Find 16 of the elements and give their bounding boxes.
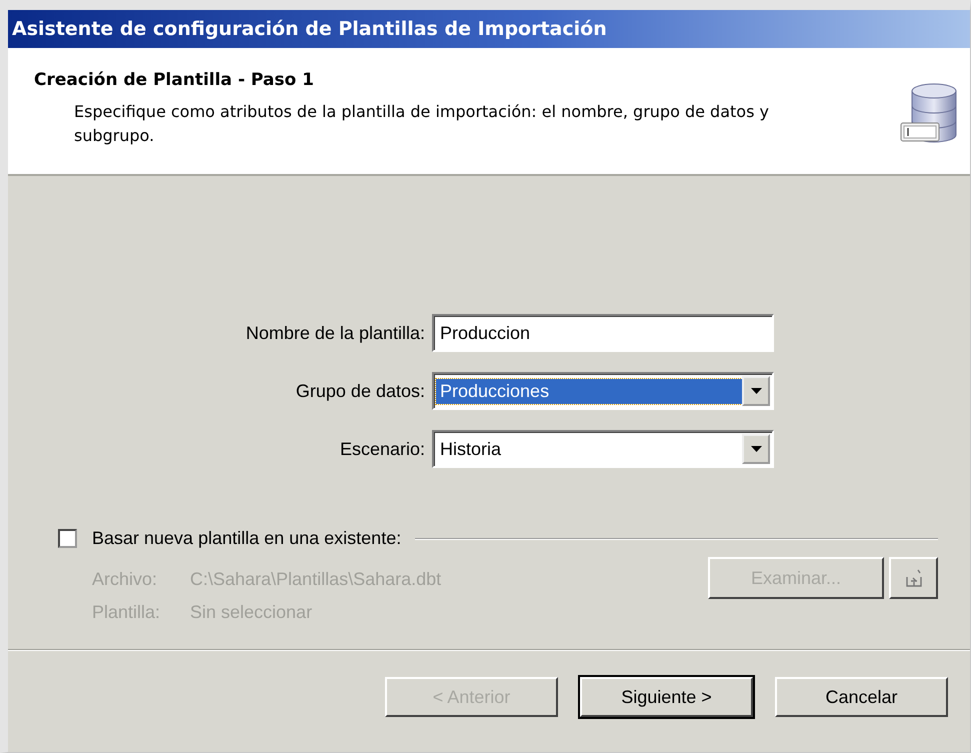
wizard-button[interactable]: Cancelar	[775, 677, 948, 717]
field-label: Nombre de la plantilla:	[244, 322, 426, 344]
dropdown-field[interactable]: Historia	[432, 430, 774, 468]
dropdown-field[interactable]: Producciones	[432, 372, 774, 410]
info-value: C:\Sahara\Plantillas\Sahara.dbt	[190, 569, 442, 589]
info-label: Archivo:	[92, 569, 158, 590]
field-label: Grupo de datos:	[294, 380, 426, 402]
field-label: Escenario:	[338, 438, 426, 460]
info-label: Plantilla:	[92, 602, 162, 623]
step-title: Creación de Plantilla - Paso 1	[34, 70, 315, 90]
step-description: Especifique como atributos de la plantilla de importación: el nombre, grupo de datos y subgrupo.	[74, 101, 770, 147]
window-title: Asistente de configuración de Plantillas de Importación	[12, 18, 607, 40]
info-value: Sin seleccionar	[190, 602, 312, 622]
glyph-button[interactable]	[889, 557, 938, 599]
name-field[interactable]: Produccion	[432, 314, 774, 352]
wizard-button[interactable]: Siguiente >	[580, 677, 753, 717]
